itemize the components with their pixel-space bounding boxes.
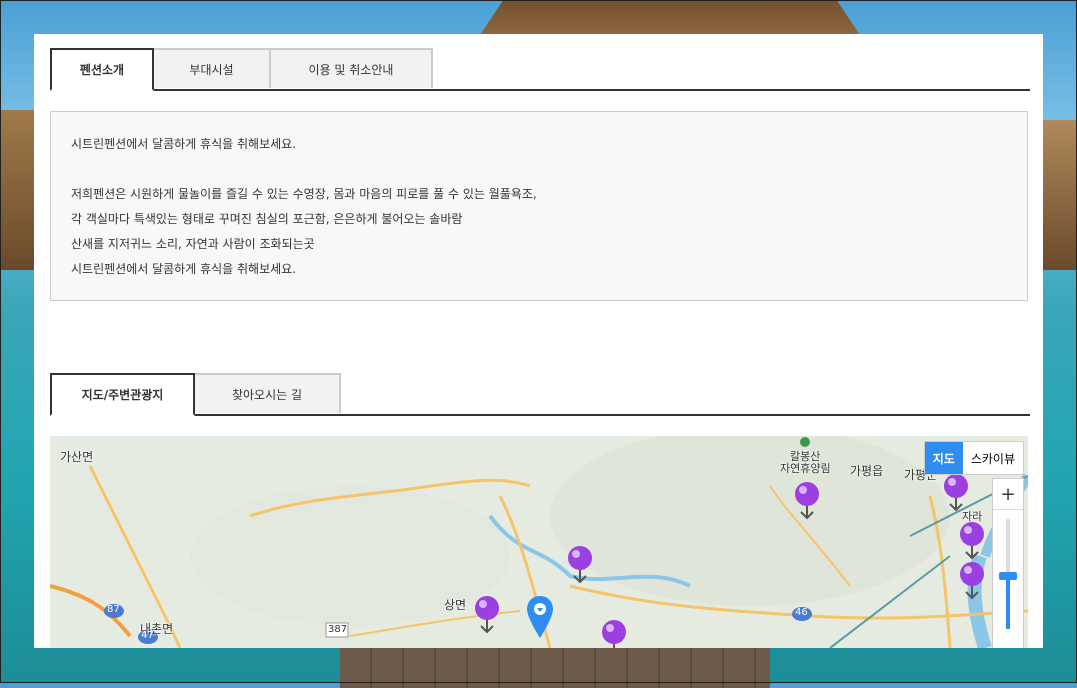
zoom-slider-fill: [1006, 576, 1010, 629]
intro-line: 저희펜션은 시원하게 물놀이를 즐길 수 있는 수영장, 몸과 마음의 피로를 …: [71, 187, 537, 201]
attraction-pin-icon[interactable]: [959, 562, 985, 602]
tab-map-attractions[interactable]: 지도/주변관광지: [50, 373, 195, 416]
road-number-47: 47: [141, 630, 154, 641]
road-number-46: 46: [795, 607, 808, 618]
road-number-87: 87: [107, 604, 120, 615]
map-label-sangmyeon: 상면: [444, 598, 467, 612]
attraction-pin-icon[interactable]: [943, 474, 969, 514]
pension-location-marker-icon[interactable]: [527, 596, 553, 638]
content-panel: 펜션소개 부대시설 이용 및 취소안내 시트린펜션에서 달콤하게 휴식을 취해보…: [34, 34, 1043, 648]
tab-directions[interactable]: 찾아오시는 길: [193, 373, 341, 413]
zoom-slider-handle[interactable]: [999, 572, 1017, 580]
tab-pension-intro[interactable]: 펜션소개: [50, 48, 154, 91]
background-hut-right: [1041, 120, 1077, 270]
intro-line: 각 객실마다 특색있는 형태로 꾸며진 침실의 포근함, 은은하게 불어오는 솔…: [71, 212, 463, 226]
map-type-skyview-button[interactable]: 스카이뷰: [963, 442, 1023, 474]
intro-text-box: 시트린펜션에서 달콤하게 휴식을 취해보세요. 저희펜션은 시원하게 물놀이를 …: [50, 111, 1028, 301]
background-pier: [340, 648, 770, 688]
intro-tabs: 펜션소개 부대시설 이용 및 취소안내: [50, 48, 1030, 91]
attraction-pin-icon[interactable]: [794, 482, 820, 522]
map-type-switch: 지도 스카이뷰: [923, 441, 1024, 475]
attraction-pin-icon[interactable]: [959, 522, 985, 562]
tab-usage-cancel[interactable]: 이용 및 취소안내: [269, 48, 433, 88]
intro-line: 시트린펜션에서 달콤하게 휴식을 취해보세요.: [71, 262, 297, 276]
map-label-gasan: 가산면: [60, 450, 94, 464]
map-label-kalbong-forest: 자연휴양림: [780, 462, 831, 475]
intro-line: 산새를 지저귀느 소리, 자연과 사람이 조화되는곳: [71, 237, 315, 251]
attraction-pin-icon[interactable]: [474, 596, 500, 636]
zoom-control: +: [992, 478, 1024, 648]
zoom-in-button[interactable]: +: [993, 479, 1023, 510]
road-number-387: 387: [328, 624, 348, 635]
attraction-pin-icon[interactable]: [601, 620, 627, 648]
map-label-gapyeong: 가평읍: [850, 464, 884, 478]
map-type-map-button[interactable]: 지도: [924, 442, 963, 474]
map-tabs: 지도/주변관광지 찾아오시는 길: [50, 373, 1030, 416]
tab-facilities[interactable]: 부대시설: [152, 48, 271, 88]
intro-line: 시트린펜션에서 달콤하게 휴식을 취해보세요.: [71, 137, 297, 151]
attraction-pin-icon[interactable]: [567, 546, 593, 586]
map-view[interactable]: 가산면 내촌면 상면 칼봉산 자연휴양림 가평읍 가평군 자라 87 47 38…: [50, 436, 1028, 648]
